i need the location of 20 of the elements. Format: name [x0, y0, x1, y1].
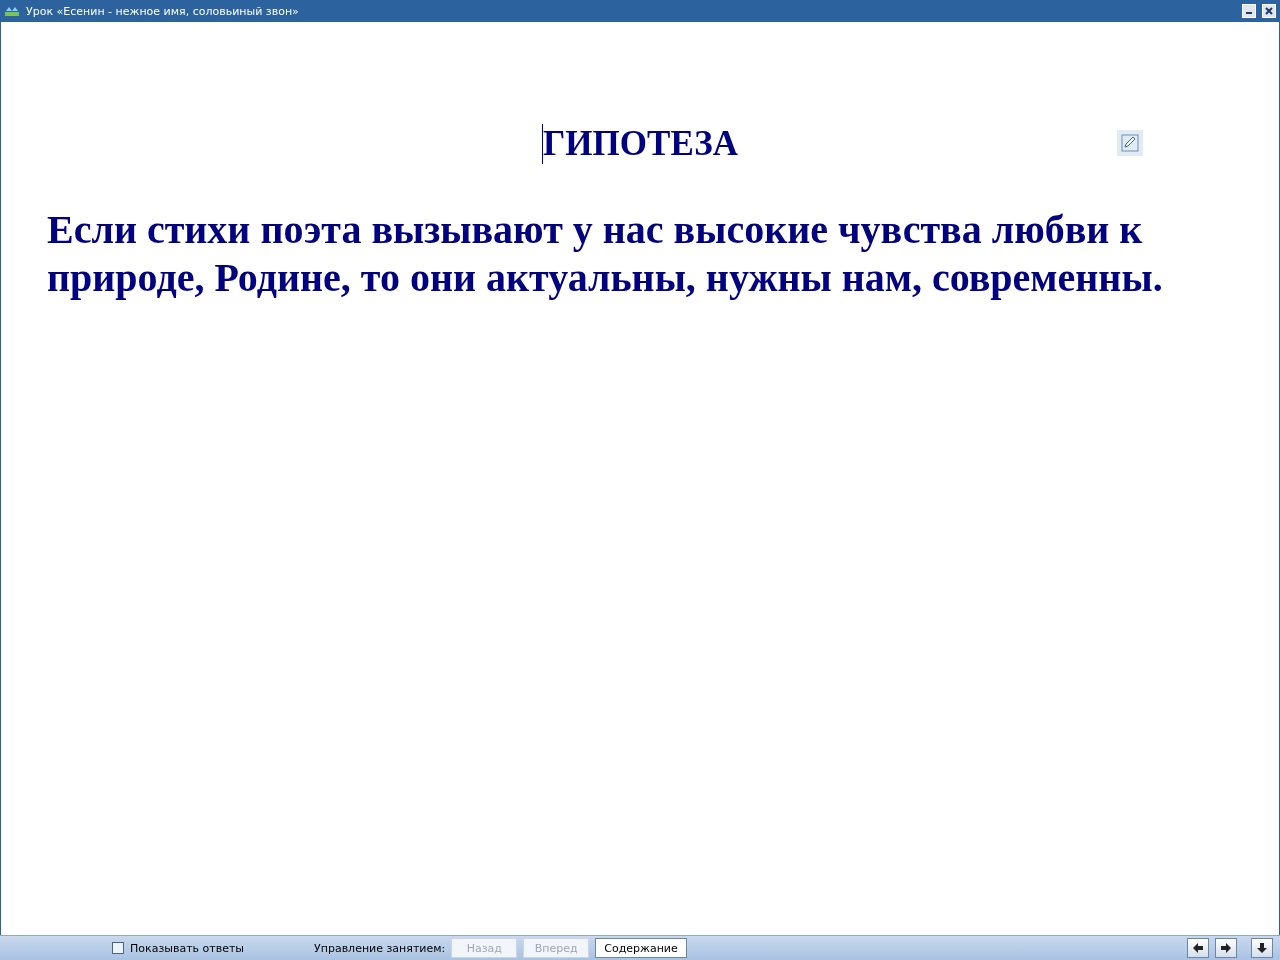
minimize-button[interactable]	[1242, 4, 1256, 18]
forward-button[interactable]	[1215, 938, 1237, 958]
right-arrow-icon	[1220, 942, 1232, 954]
hypothesis-text: Если стихи поэта вызывают у нас высокие чувства любви к природе, Родине, то они актуальны, нужны нам, современны.	[47, 206, 1164, 302]
show-answers-label: Показывать ответы	[130, 941, 244, 955]
show-answers-checkbox[interactable]	[112, 942, 124, 954]
down-button[interactable]	[1251, 938, 1273, 958]
left-arrow-icon	[1192, 942, 1204, 954]
back-button[interactable]	[1187, 938, 1209, 958]
nav-button[interactable]: Содержание	[595, 938, 687, 958]
edit-button[interactable]	[1117, 130, 1143, 156]
lesson-control-label: Управление занятием:	[314, 941, 446, 955]
close-button[interactable]	[1262, 4, 1276, 18]
text-cursor	[542, 124, 544, 164]
down-arrow-icon	[1256, 942, 1268, 954]
slide-heading: ГИПОТЕЗА	[543, 124, 738, 164]
window-title: Урок «Есенин - нежное имя, соловьиный звон»	[26, 4, 300, 18]
edit-icon	[1121, 134, 1139, 152]
app-logo-icon	[4, 5, 20, 17]
close-icon	[1265, 7, 1273, 15]
